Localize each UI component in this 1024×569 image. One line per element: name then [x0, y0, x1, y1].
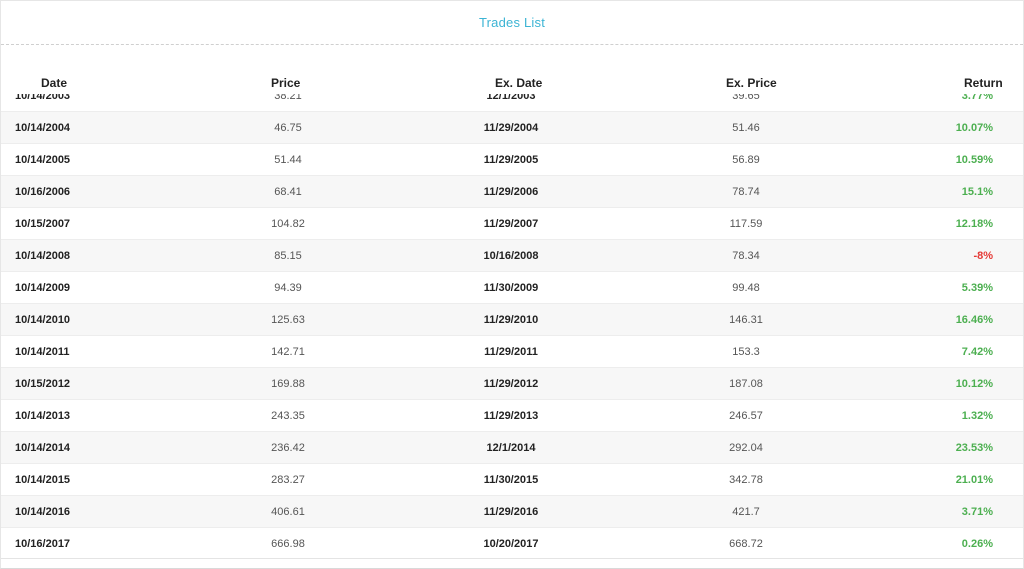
cell-ex-price: 153.3 [732, 346, 760, 358]
cell-return: 23.53% [955, 442, 993, 454]
cell-return: 12.18% [955, 218, 993, 230]
table-body-scroll-area[interactable]: 10/14/2003 38.21 12/1/2003 39.65 3.77% 10/14/… [1, 94, 1023, 558]
cell-ex-price: 342.78 [729, 474, 763, 486]
cell-return: 1.32% [961, 410, 993, 422]
column-header-date[interactable]: Date [41, 75, 67, 91]
table-row: 10/14/2015 283.27 11/30/2015 342.78 21.01% [1, 464, 1023, 496]
cell-ex-price: 51.46 [732, 122, 760, 134]
table-row: 10/15/2012 169.88 11/29/2012 187.08 10.12% [1, 368, 1023, 400]
cell-ex-price: 246.57 [729, 410, 763, 422]
panel-bottom-divider [1, 558, 1023, 559]
cell-return: 3.71% [961, 506, 993, 518]
table-row: 10/14/2016 406.61 11/29/2016 421.7 3.71% [1, 496, 1023, 528]
table-row: 10/16/2006 68.41 11/29/2006 78.74 15.1% [1, 176, 1023, 208]
cell-ex-price: 78.74 [732, 186, 760, 198]
panel-header: Trades List [1, 1, 1023, 45]
cell-return: 10.12% [955, 378, 993, 390]
table-row: 10/15/2007 104.82 11/29/2007 117.59 12.18% [1, 208, 1023, 240]
cell-return: 10.07% [955, 122, 993, 134]
cell-ex-price: 99.48 [732, 282, 760, 294]
trades-list-panel: Trades List Date Price Ex. Date Ex. Pric… [0, 0, 1024, 569]
cell-return: 16.46% [955, 314, 993, 326]
cell-return: 3.77% [961, 94, 993, 102]
cell-ex-price: 146.31 [729, 314, 763, 326]
cell-ex-price: 78.34 [732, 250, 760, 262]
table-row: 10/14/2010 125.63 11/29/2010 146.31 16.46% [1, 304, 1023, 336]
table-row: 10/14/2013 243.35 11/29/2013 246.57 1.32% [1, 400, 1023, 432]
cell-ex-price: 421.7 [732, 506, 760, 518]
table-row: 10/14/2009 94.39 11/30/2009 99.48 5.39% [1, 272, 1023, 304]
cell-return: 7.42% [961, 346, 993, 358]
column-header-ex-price[interactable]: Ex. Price [726, 75, 777, 91]
table-row: 10/14/2014 236.42 12/1/2014 292.04 23.53% [1, 432, 1023, 464]
cell-ex-price: 668.72 [729, 538, 763, 550]
cell-ex-price: 39.65 [732, 94, 760, 102]
cell-return: 15.1% [961, 186, 993, 198]
cell-return: 21.01% [955, 474, 993, 486]
cell-ex-price: 117.59 [729, 218, 763, 230]
table-rows: 10/14/2003 38.21 12/1/2003 39.65 3.77% 10/14/… [1, 94, 1023, 558]
cell-ex-price: 56.89 [732, 154, 760, 166]
table-row: 10/14/2004 46.75 11/29/2004 51.46 10.07% [1, 112, 1023, 144]
panel-title: Trades List [478, 14, 546, 30]
cell-return: -8% [973, 250, 993, 262]
cell-ex-price: 292.04 [729, 442, 763, 454]
column-header-return[interactable]: Return [964, 75, 1003, 91]
cell-return: 10.59% [955, 154, 993, 166]
column-header-price[interactable]: Price [271, 75, 300, 91]
table-row: 10/14/2003 38.21 12/1/2003 39.65 3.77% [1, 94, 1023, 112]
cell-return: 0.26% [961, 538, 993, 550]
table-header: Date Price Ex. Date Ex. Price Return [1, 75, 1023, 93]
cell-return: 5.39% [961, 282, 993, 294]
table-row: 10/16/2017 666.98 10/20/2017 668.72 0.26% [1, 528, 1023, 558]
table-row: 10/14/2011 142.71 11/29/2011 153.3 7.42% [1, 336, 1023, 368]
column-header-ex-date[interactable]: Ex. Date [495, 75, 542, 91]
table-row: 10/14/2005 51.44 11/29/2005 56.89 10.59% [1, 144, 1023, 176]
table-row: 10/14/2008 85.15 10/16/2008 78.34 -8% [1, 240, 1023, 272]
cell-ex-price: 187.08 [729, 378, 763, 390]
